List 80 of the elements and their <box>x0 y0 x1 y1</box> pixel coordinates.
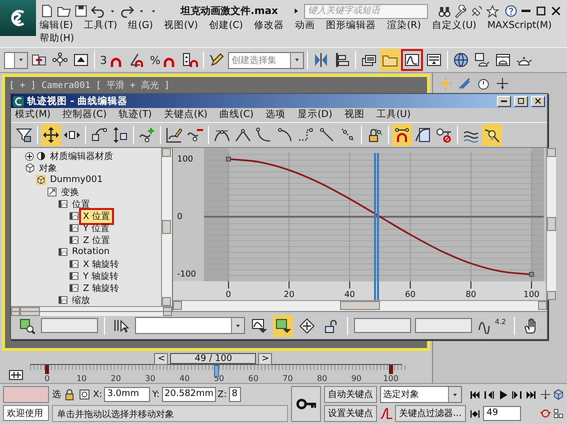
tick-label: 40 <box>180 374 190 383</box>
axis-label: 40 <box>344 288 355 299</box>
tick-label: 60 <box>248 374 258 383</box>
key-filters-button[interactable]: 关键点过滤器... <box>395 405 466 422</box>
status-prompt: 单击并拖动以选择并移动对象 <box>52 405 288 422</box>
axis-label: 100 <box>524 288 540 299</box>
tool-button[interactable]: % <box>148 49 180 72</box>
time-slider-thumb[interactable]: 49 / 100 <box>170 353 256 366</box>
menu-item[interactable]: 渲染(R) <box>386 20 421 32</box>
axis-label: 20 <box>284 288 294 299</box>
menu-item[interactable]: 组(G) <box>128 20 153 32</box>
tick-label: 90 <box>351 374 362 383</box>
y-field[interactable]: 20.582mm <box>162 387 216 402</box>
tree-item[interactable]: X 轴旋转 <box>81 258 122 270</box>
window-title: 轨迹视图 - 曲线编辑器 <box>27 94 129 108</box>
tick-label: 30 <box>145 374 156 383</box>
dropdown-value: 选定对象 <box>383 388 419 401</box>
auto-key-button[interactable]: 自动关键点 <box>324 386 377 403</box>
tree-item[interactable]: 材质编辑器材质 <box>48 150 115 162</box>
menu-item[interactable]: 工具(U) <box>376 109 411 121</box>
tree-item[interactable]: 变换 <box>59 186 81 198</box>
y-label: Y: <box>152 390 160 400</box>
tick-label: 20 <box>110 374 121 383</box>
tree-item[interactable]: Y 位置 <box>81 222 112 234</box>
tick-label: 100 <box>383 374 398 383</box>
tree-item[interactable]: Z 轴旋转 <box>81 282 122 294</box>
tick-label: 0 <box>44 374 50 383</box>
axis-label: 0 <box>177 210 182 221</box>
x-field[interactable]: 3.0mm <box>104 387 150 402</box>
axis-label: 60 <box>405 288 416 299</box>
tree-item[interactable]: 缩放 <box>70 294 92 306</box>
dropdown[interactable]: 选定对象 <box>380 386 462 403</box>
window-title: 坦克动画激文件.max <box>180 4 278 18</box>
menu-item[interactable]: 模式(M) <box>15 109 51 121</box>
menu-item[interactable]: MAXScript(M) <box>487 20 552 32</box>
dropdown[interactable]: 创建选择集 <box>228 52 304 69</box>
axis-label: 80 <box>466 288 476 299</box>
tree-item[interactable]: 对象 <box>37 162 59 174</box>
axis-label: -100 <box>177 268 196 279</box>
menu-item[interactable]: 视图 <box>344 109 364 121</box>
z-field[interactable]: 8 <box>228 387 241 402</box>
tool-button[interactable]: 3 <box>98 49 126 72</box>
menu-item[interactable]: 帮助(H) <box>40 33 74 45</box>
set-key-mode-button[interactable]: 设置关键点 <box>324 405 377 422</box>
dropdown-value: 创建选择集 <box>231 54 276 67</box>
menu-item[interactable]: 关键点(K) <box>164 109 208 121</box>
tree-item[interactable]: Z 位置 <box>81 234 112 246</box>
tree-item[interactable]: Y 轴旋转 <box>81 270 120 282</box>
tree-item[interactable]: Dummy001 <box>48 175 105 185</box>
tick-label: 10 <box>76 374 87 383</box>
z-label: Z: <box>218 390 227 400</box>
menu-item[interactable]: 轨迹(T) <box>118 109 152 121</box>
prev-button[interactable]: < <box>154 353 168 366</box>
menu-item[interactable]: 修改器 <box>254 20 284 32</box>
menu-item[interactable]: 创建(C) <box>208 20 243 32</box>
tick-label: 80 <box>316 374 328 383</box>
search-field[interactable]: 键入关键字或短语 <box>304 4 428 18</box>
graph-panel[interactable]: -100 0 100 0 20 40 60 80 100 <box>173 148 546 300</box>
viewport-label[interactable]: [ + ] Camera001 [ 平滑 + 高光 ] <box>9 81 170 91</box>
selection-label: 选 <box>52 388 61 401</box>
menu-item[interactable]: 控制器(C) <box>62 109 107 121</box>
menu-item[interactable]: 图形编辑器 <box>326 20 376 32</box>
x-label: X: <box>93 390 102 400</box>
menu-item[interactable]: 工具(T) <box>84 20 118 32</box>
tree-item[interactable]: 位置 <box>70 198 92 210</box>
menu-item[interactable]: 动画 <box>294 20 315 32</box>
menu-item[interactable]: 选项 <box>266 109 286 121</box>
tree-item[interactable]: Rotation <box>70 247 112 257</box>
menu-item[interactable]: 编辑(E) <box>40 20 73 32</box>
axis-label: 0 <box>226 288 232 299</box>
menu-item[interactable]: 显示(D) <box>298 109 332 121</box>
next-button[interactable]: > <box>258 353 272 366</box>
frame-field[interactable]: 49 <box>482 406 521 421</box>
tick-label: 70 <box>282 374 293 383</box>
tree-item[interactable]: X 位置 <box>81 210 112 222</box>
welcome-field: 欢迎使用 <box>3 405 49 421</box>
axis-label: 100 <box>177 153 194 164</box>
menu-item[interactable]: 自定义(U) <box>432 20 476 32</box>
menu-item[interactable]: 视图(V) <box>164 20 198 32</box>
menu-item[interactable]: 曲线(C) <box>220 109 254 121</box>
